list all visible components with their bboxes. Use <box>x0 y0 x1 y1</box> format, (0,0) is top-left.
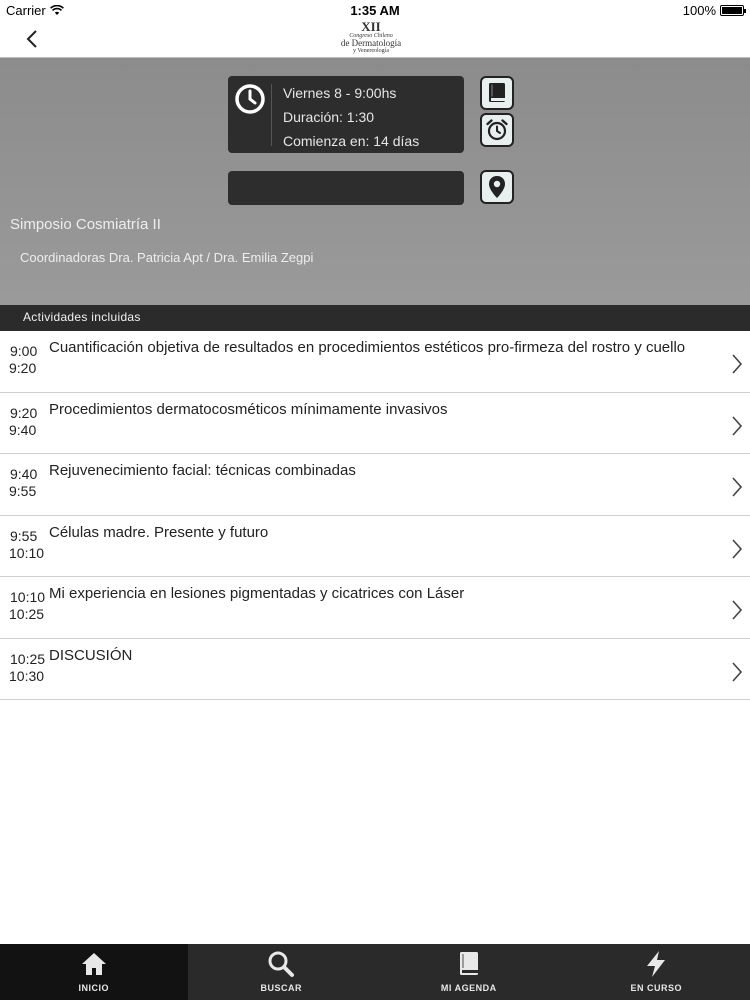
search-icon <box>266 949 296 979</box>
back-button[interactable] <box>18 24 46 54</box>
chevron-right-icon <box>732 415 743 436</box>
activity-end-time: 10:25 <box>9 606 45 622</box>
activity-row[interactable]: 9:55 10:10 Células madre. Presente y fut… <box>0 515 750 577</box>
battery-group: 100% <box>682 3 746 18</box>
battery-icon <box>720 5 746 16</box>
activity-title: Células madre. Presente y futuro <box>49 523 269 541</box>
tab-label: INICIO <box>78 983 109 993</box>
section-header: Actividades incluidas <box>0 305 750 331</box>
card-divider <box>271 84 272 146</box>
chevron-right-icon <box>732 538 743 559</box>
map-pin-icon <box>489 176 505 198</box>
session-title: Simposio Cosmiatría II <box>10 216 161 233</box>
logo-line-2: de Dermatología <box>340 38 402 48</box>
book-icon <box>454 949 484 979</box>
tab-inicio[interactable]: INICIO <box>0 944 188 1000</box>
congress-logo: XII Congreso Chileno de Dermatología y V… <box>334 20 408 57</box>
activity-title: Rejuvenecimiento facial: técnicas combin… <box>49 462 356 479</box>
section-label: Actividades incluidas <box>23 310 141 324</box>
activity-row[interactable]: 9:20 9:40 Procedimientos dermatocosmétic… <box>0 392 750 454</box>
activity-start-time: 9:00 <box>10 343 38 359</box>
session-duration: Duración: 1:30 <box>283 109 375 125</box>
set-alarm-button[interactable] <box>480 113 514 147</box>
lightning-icon <box>641 949 671 979</box>
tab-label: MI AGENDA <box>440 983 497 993</box>
session-header: Viernes 8 - 9:00hs Duración: 1:30 Comien… <box>0 58 750 305</box>
tab-buscar[interactable]: BUSCAR <box>188 944 376 1000</box>
battery-percent: 100% <box>682 3 716 18</box>
tab-bar: INICIO BUSCAR MI AGENDA EN CURSO <box>0 944 750 1000</box>
session-starts-in: Comienza en: 14 días <box>283 133 420 149</box>
activity-end-time: 9:20 <box>9 360 37 376</box>
logo-number: XII <box>361 19 381 34</box>
activity-row[interactable]: 9:40 9:55 Rejuvenecimiento facial: técni… <box>0 454 750 516</box>
activity-title: DISCUSIÓN <box>49 646 133 664</box>
session-coordinators: Coordinadoras Dra. Patricia Apt / Dra. E… <box>20 250 314 265</box>
activity-title: Cuantificación objetiva de resultados en… <box>49 339 686 356</box>
chevron-right-icon <box>732 661 743 682</box>
home-icon <box>79 949 109 979</box>
activity-start-time: 9:40 <box>10 466 38 482</box>
tab-en-curso[interactable]: EN CURSO <box>563 944 750 1000</box>
logo-line-3: y Venereología <box>352 48 390 54</box>
activity-row[interactable]: 10:10 10:25 Mi experiencia en lesiones p… <box>0 577 750 639</box>
activity-list: 9:00 9:20 Cuantificación objetiva de res… <box>0 331 750 700</box>
book-icon <box>489 83 505 102</box>
activity-title: Procedimientos dermatocosméticos mínimam… <box>49 400 448 418</box>
status-bar: Carrier 1:35 AM 100% <box>0 0 750 20</box>
activity-end-time: 9:55 <box>9 483 37 499</box>
tab-mi-agenda[interactable]: MI AGENDA <box>375 944 563 1000</box>
chevron-left-icon <box>26 30 37 48</box>
activity-end-time: 10:10 <box>9 544 45 561</box>
clock-icon <box>235 84 265 114</box>
chevron-right-icon <box>732 477 743 497</box>
chevron-right-icon <box>732 354 743 374</box>
activity-start-time: 9:55 <box>10 527 38 544</box>
activity-row[interactable]: 10:25 10:30 DISCUSIÓN <box>0 638 750 700</box>
nav-bar: XII Congreso Chileno de Dermatología y V… <box>0 20 750 58</box>
session-day-time: Viernes 8 - 9:00hs <box>283 85 397 101</box>
add-to-agenda-button[interactable] <box>480 76 514 110</box>
session-time-card: Viernes 8 - 9:00hs Duración: 1:30 Comien… <box>228 76 464 153</box>
status-time: 1:35 AM <box>350 3 400 18</box>
tab-label: BUSCAR <box>260 983 302 993</box>
view-location-button[interactable] <box>480 170 514 204</box>
tab-label: EN CURSO <box>630 983 682 993</box>
activity-start-time: 10:10 <box>10 589 46 605</box>
activity-end-time: 9:40 <box>9 421 37 438</box>
session-location-card <box>228 171 464 205</box>
activity-end-time: 10:30 <box>9 667 45 684</box>
activity-start-time: 9:20 <box>10 404 38 421</box>
activity-row[interactable]: 9:00 9:20 Cuantificación objetiva de res… <box>0 331 750 393</box>
alarm-clock-icon <box>486 119 508 141</box>
activity-title: Mi experiencia en lesiones pigmentadas y… <box>49 585 465 602</box>
activity-start-time: 10:25 <box>10 650 46 667</box>
chevron-right-icon <box>732 600 743 620</box>
